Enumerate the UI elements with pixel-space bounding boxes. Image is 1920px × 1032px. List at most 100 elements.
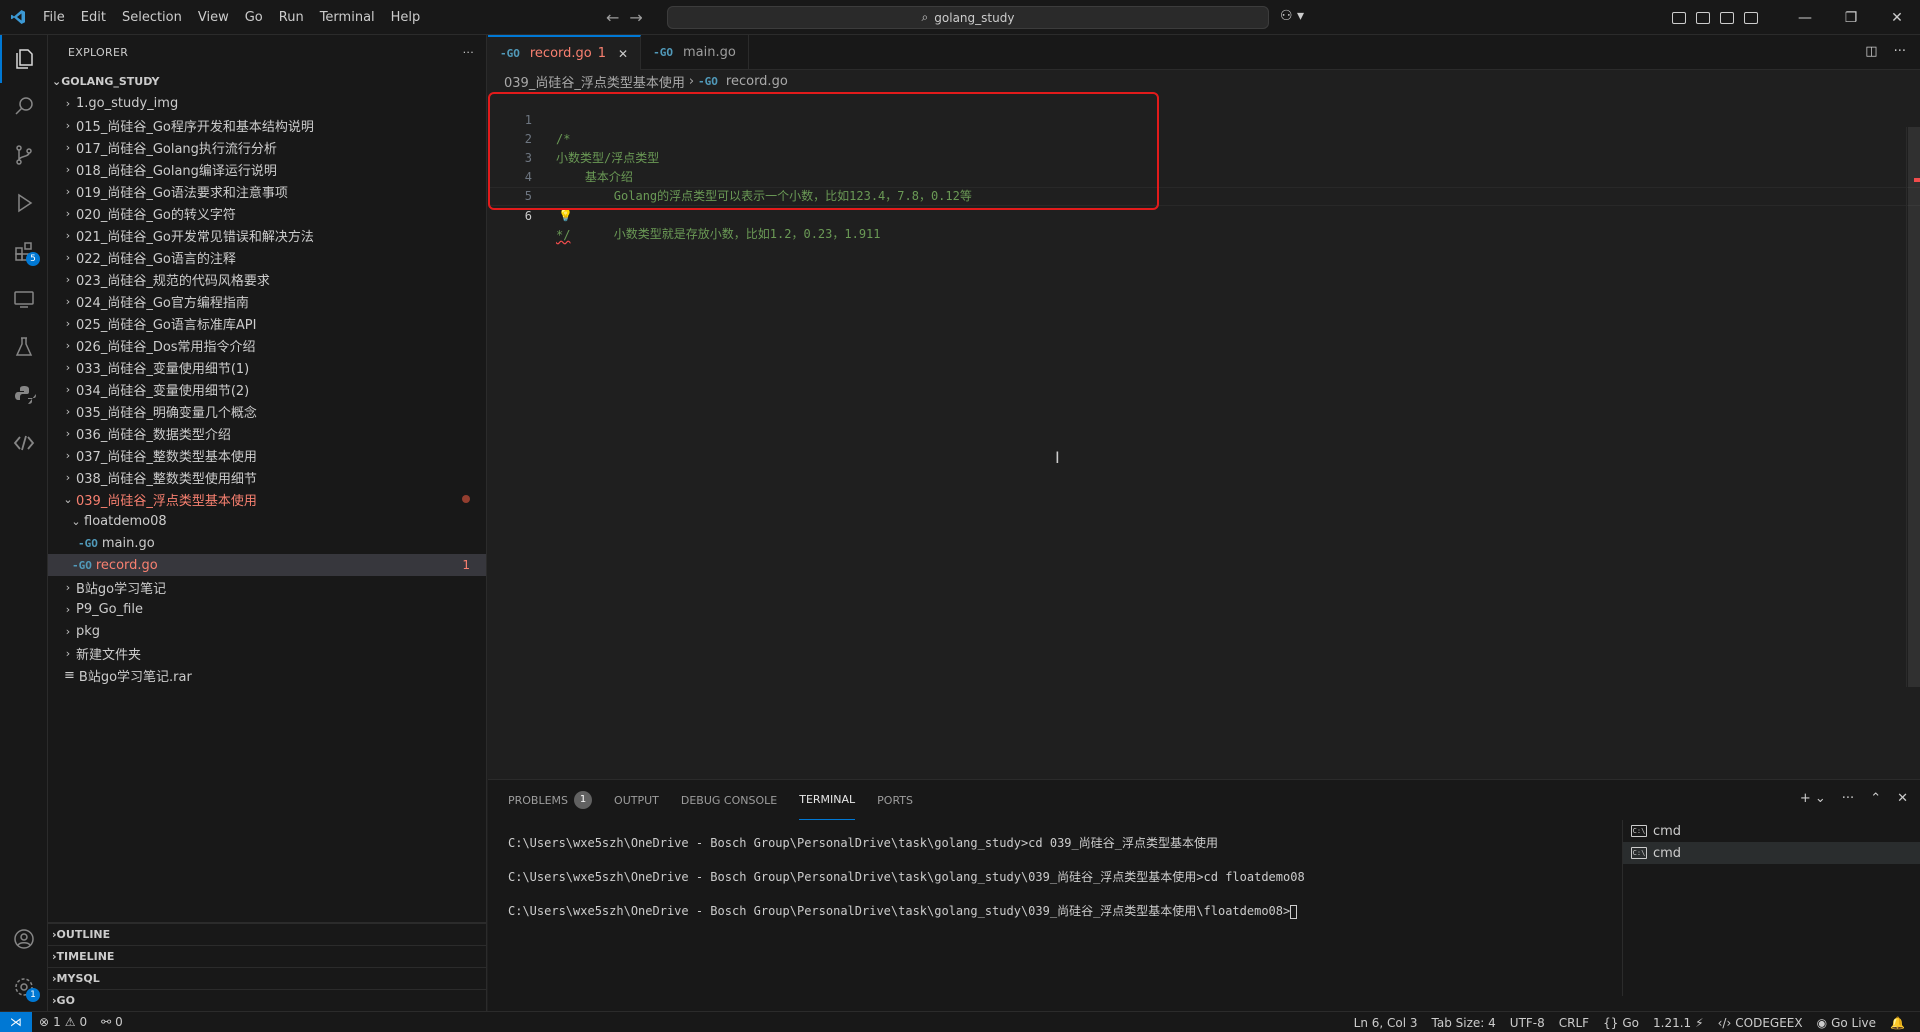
- section-go[interactable]: › GO: [48, 989, 486, 1011]
- explorer-icon[interactable]: [0, 35, 48, 83]
- tree-folder[interactable]: › 1.go_study_img: [48, 92, 486, 114]
- tab-terminal[interactable]: TERMINAL: [799, 780, 856, 820]
- workspace-root[interactable]: ⌄ GOLANG_STUDY: [48, 70, 486, 92]
- menu-go[interactable]: Go: [237, 0, 271, 35]
- tree-file-main-go[interactable]: -GO main.go: [48, 532, 486, 554]
- search-view-icon[interactable]: [0, 83, 48, 131]
- menu-edit[interactable]: Edit: [73, 0, 114, 35]
- more-actions-icon[interactable]: ···: [1894, 44, 1906, 59]
- minimize-button[interactable]: —: [1782, 0, 1828, 35]
- tree-folder[interactable]: › 025_尚硅谷_Go语言标准库API: [48, 312, 486, 334]
- new-terminal-icon[interactable]: + ⌄: [1800, 791, 1826, 806]
- menu-view[interactable]: View: [190, 0, 237, 35]
- run-debug-icon[interactable]: [0, 179, 48, 227]
- tab-problems[interactable]: PROBLEMS 1: [508, 780, 593, 820]
- settings-gear-icon[interactable]: 1: [0, 963, 48, 1011]
- tree-folder[interactable]: › 新建文件夹: [48, 642, 486, 664]
- tab-main-go[interactable]: -GO main.go: [641, 35, 749, 70]
- tree-folder[interactable]: › 035_尚硅谷_明确变量几个概念: [48, 400, 486, 422]
- toggle-panel-icon[interactable]: [1720, 11, 1734, 24]
- tree-folder[interactable]: › 019_尚硅谷_Go语法要求和注意事项: [48, 180, 486, 202]
- tree-folder[interactable]: › 021_尚硅谷_Go开发常见错误和解决方法: [48, 224, 486, 246]
- command-center-search[interactable]: ⌕ golang_study: [667, 6, 1269, 29]
- remote-indicator-icon[interactable]: ⋊: [0, 1011, 32, 1032]
- copilot-icon[interactable]: ⚇ ▾: [1280, 8, 1304, 24]
- tree-folder-floatdemo08[interactable]: ⌄ floatdemo08: [48, 510, 486, 532]
- tree-file-record-go[interactable]: -GO record.go 1: [48, 554, 486, 576]
- tab-ports[interactable]: PORTS: [877, 780, 913, 820]
- panel-tab-label: PORTS: [877, 793, 913, 807]
- go-live-status[interactable]: ◉ Go Live: [1810, 1016, 1883, 1030]
- tree-file-rar[interactable]: ≡ B站go学习笔记.rar: [48, 664, 486, 686]
- breadcrumb-file[interactable]: record.go: [726, 74, 788, 89]
- code-editor[interactable]: 1 /* 2 小数类型/浮点类型 3 基本介绍 4 Golang的浮点类型可以表…: [488, 92, 1920, 242]
- tree-folder[interactable]: › pkg: [48, 620, 486, 642]
- tree-folder[interactable]: › 017_尚硅谷_Golang执行流行分析: [48, 136, 486, 158]
- tree-folder[interactable]: › 038_尚硅谷_整数类型使用细节: [48, 466, 486, 488]
- problems-status[interactable]: ⊗ 1 ⚠ 0: [32, 1015, 94, 1029]
- ports-status[interactable]: ⚯ 0: [94, 1015, 130, 1029]
- close-icon[interactable]: ✕: [618, 47, 628, 61]
- menu-file[interactable]: File: [35, 0, 73, 35]
- tree-folder[interactable]: › 036_尚硅谷_数据类型介绍: [48, 422, 486, 444]
- section-timeline[interactable]: › TIMELINE: [48, 945, 486, 967]
- toggle-primary-sidebar-icon[interactable]: [1696, 11, 1710, 24]
- close-panel-icon[interactable]: ✕: [1897, 791, 1908, 806]
- tree-folder[interactable]: › 037_尚硅谷_整数类型基本使用: [48, 444, 486, 466]
- close-window-button[interactable]: ✕: [1874, 0, 1920, 35]
- back-arrow-icon[interactable]: ←: [606, 8, 619, 27]
- tree-folder[interactable]: › 026_尚硅谷_Dos常用指令介绍: [48, 334, 486, 356]
- tree-folder[interactable]: › 024_尚硅谷_Go官方编程指南: [48, 290, 486, 312]
- tree-folder-039[interactable]: ⌄ 039_尚硅谷_浮点类型基本使用: [48, 488, 486, 510]
- extensions-icon[interactable]: 5: [0, 227, 48, 275]
- notifications-bell-icon[interactable]: 🔔: [1883, 1016, 1912, 1030]
- cursor-position[interactable]: Ln 6, Col 3: [1347, 1016, 1425, 1030]
- tab-debug-console[interactable]: DEBUG CONSOLE: [681, 780, 777, 820]
- codegeex-status[interactable]: ‹/› CODEGEEX: [1711, 1016, 1810, 1030]
- tree-folder[interactable]: › B站go学习笔记: [48, 576, 486, 598]
- scrollbar-thumb[interactable]: [1908, 127, 1920, 687]
- breadcrumb-folder[interactable]: 039_尚硅谷_浮点类型基本使用: [504, 72, 685, 91]
- tree-folder[interactable]: › 034_尚硅谷_变量使用细节(2): [48, 378, 486, 400]
- tree-folder[interactable]: › 022_尚硅谷_Go语言的注释: [48, 246, 486, 268]
- menu-selection[interactable]: Selection: [114, 0, 190, 35]
- tree-folder[interactable]: › 015_尚硅谷_Go程序开发和基本结构说明: [48, 114, 486, 136]
- python-icon[interactable]: [0, 371, 48, 419]
- forward-arrow-icon[interactable]: →: [629, 8, 642, 27]
- chevron-right-icon: ›: [65, 184, 71, 198]
- toggle-secondary-sidebar-icon[interactable]: [1744, 11, 1758, 24]
- more-actions-icon[interactable]: ···: [1842, 791, 1854, 806]
- tree-folder[interactable]: › P9_Go_file: [48, 598, 486, 620]
- terminal-output[interactable]: C:\Users\wxe5szh\OneDrive - Bosch Group\…: [508, 834, 1305, 936]
- customize-layout-icon[interactable]: [1672, 11, 1686, 24]
- go-version[interactable]: 1.21.1 ⚡: [1646, 1016, 1711, 1030]
- restore-button[interactable]: ❐: [1828, 0, 1874, 35]
- maximize-panel-icon[interactable]: ⌃: [1870, 791, 1881, 806]
- language-mode[interactable]: {} Go: [1596, 1016, 1646, 1030]
- tree-folder[interactable]: › 020_尚硅谷_Go的转义字符: [48, 202, 486, 224]
- encoding[interactable]: UTF-8: [1503, 1016, 1552, 1030]
- terminal-instance[interactable]: C:\ cmd: [1623, 842, 1920, 864]
- source-control-icon[interactable]: [0, 131, 48, 179]
- split-editor-icon[interactable]: ◫: [1865, 44, 1877, 59]
- account-icon[interactable]: [0, 915, 48, 963]
- more-actions-icon[interactable]: ···: [463, 46, 474, 59]
- lightbulb-icon[interactable]: 💡: [558, 206, 573, 225]
- testing-icon[interactable]: [0, 323, 48, 371]
- end-of-line[interactable]: CRLF: [1552, 1016, 1596, 1030]
- editor-scrollbar[interactable]: [1906, 127, 1920, 687]
- tree-folder[interactable]: › 023_尚硅谷_规范的代码风格要求: [48, 268, 486, 290]
- codegeex-icon[interactable]: [0, 419, 48, 467]
- tree-folder[interactable]: › 018_尚硅谷_Golang编译运行说明: [48, 158, 486, 180]
- menu-run[interactable]: Run: [271, 0, 312, 35]
- tab-size[interactable]: Tab Size: 4: [1425, 1016, 1503, 1030]
- menu-terminal[interactable]: Terminal: [312, 0, 383, 35]
- section-mysql[interactable]: › MYSQL: [48, 967, 486, 989]
- remote-explorer-icon[interactable]: [0, 275, 48, 323]
- section-outline[interactable]: › OUTLINE: [48, 923, 486, 945]
- tree-folder[interactable]: › 033_尚硅谷_变量使用细节(1): [48, 356, 486, 378]
- tab-output[interactable]: OUTPUT: [614, 780, 659, 820]
- menu-help[interactable]: Help: [383, 0, 429, 35]
- terminal-instance[interactable]: C:\ cmd: [1623, 820, 1920, 842]
- tab-record-go[interactable]: -GO record.go 1 ✕: [488, 35, 642, 70]
